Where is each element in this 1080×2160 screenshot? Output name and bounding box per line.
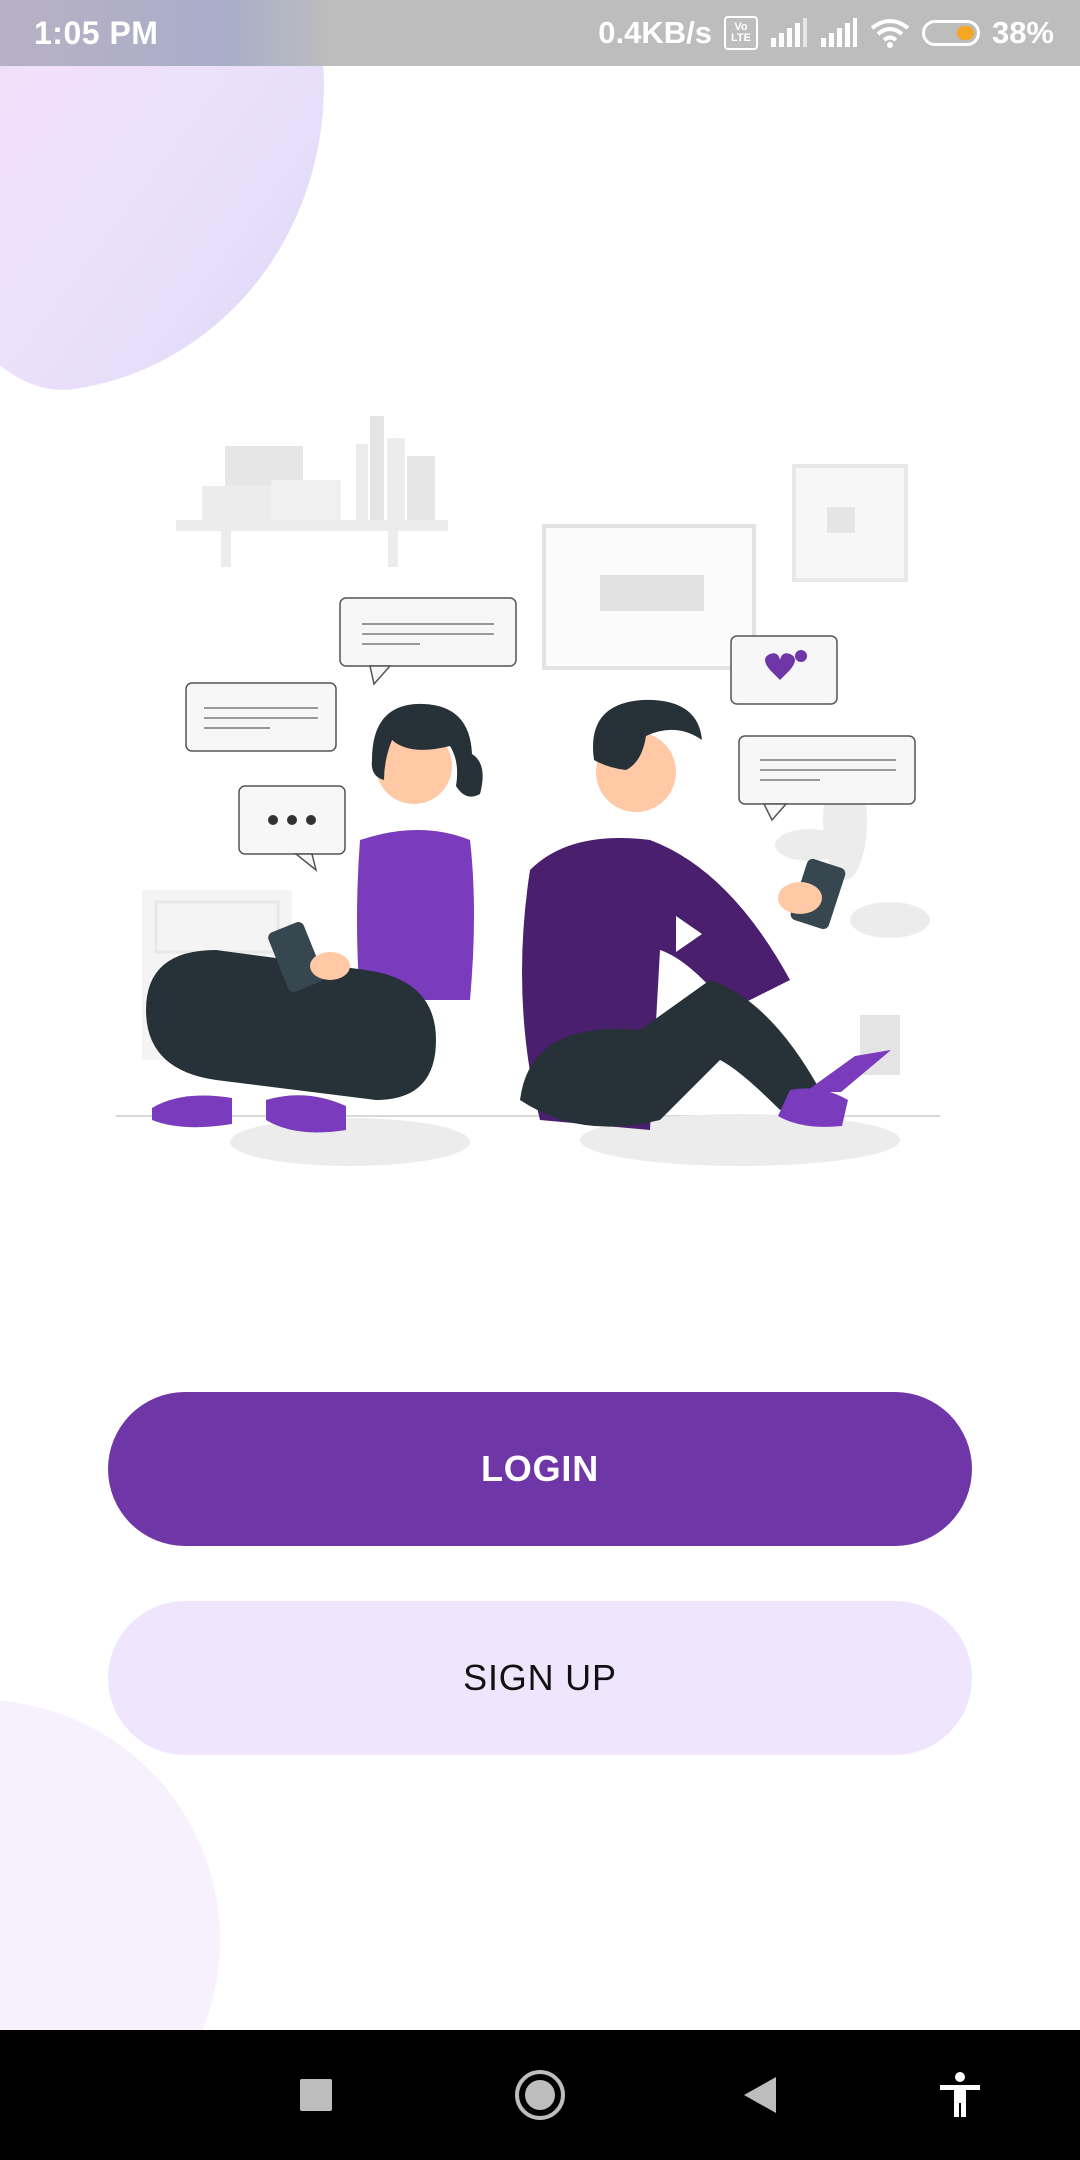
wifi-icon xyxy=(870,19,910,48)
status-indicators: 0.4KB/s Vo LTE 38% xyxy=(598,15,1054,51)
recents-square-icon[interactable] xyxy=(281,2060,351,2130)
wall-frame xyxy=(542,464,908,670)
status-bar: 1:05 PM 0.4KB/s Vo LTE 38% xyxy=(0,0,1080,66)
heart-bubble xyxy=(730,635,838,705)
accessibility-icon[interactable] xyxy=(925,2060,995,2130)
shelf-illustration xyxy=(176,416,448,567)
battery-icon xyxy=(921,20,980,46)
signal-icon xyxy=(770,18,807,47)
battery-percent: 38% xyxy=(991,15,1054,50)
home-circle-icon[interactable] xyxy=(505,2060,575,2130)
speech-bubble xyxy=(339,597,517,686)
speech-bubble xyxy=(185,682,337,752)
couple-chatting-illustration xyxy=(116,416,940,1166)
typing-bubble xyxy=(238,785,346,872)
network-speed: 0.4KB/s xyxy=(598,15,712,50)
back-triangle-icon[interactable] xyxy=(725,2060,795,2130)
status-time: 1:05 PM xyxy=(34,14,159,51)
login-button[interactable]: LOGIN xyxy=(108,1392,972,1546)
system-navigation-bar xyxy=(0,2030,1080,2160)
signal-icon xyxy=(820,18,857,47)
welcome-screen: 1:05 PM 0.4KB/s Vo LTE 38% LOGIN SIGN UP xyxy=(0,0,1080,2160)
volte-icon: Vo LTE xyxy=(723,16,758,50)
signup-button[interactable]: SIGN UP xyxy=(108,1601,972,1755)
